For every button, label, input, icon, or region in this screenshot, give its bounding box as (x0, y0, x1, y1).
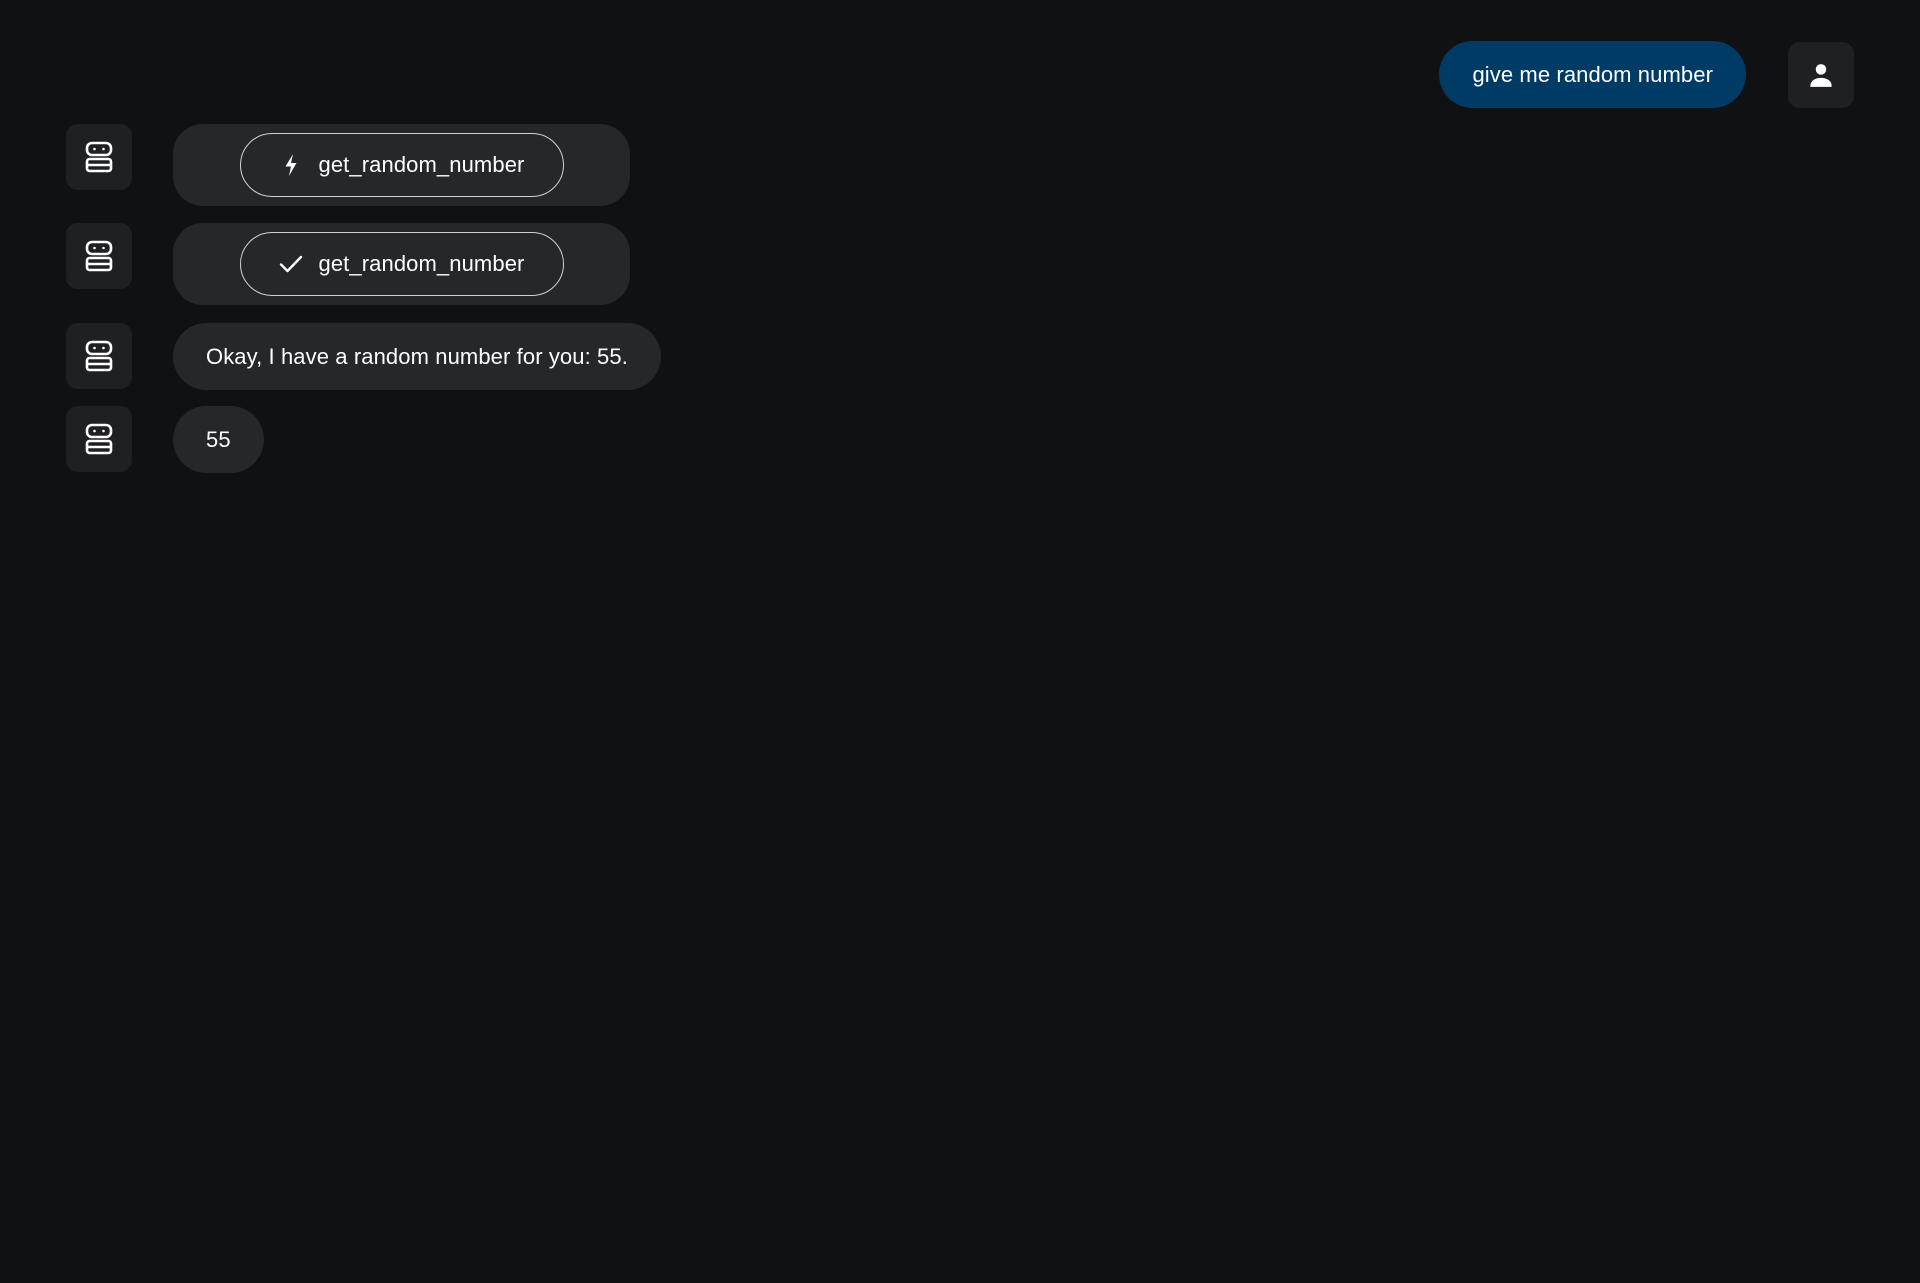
bot-message-row: Okay, I have a random number for you: 55… (66, 323, 661, 390)
user-message-bubble: give me random number (1439, 41, 1746, 108)
bot-message-row: 55 (66, 406, 264, 473)
bot-avatar (66, 323, 132, 389)
tool-call-chip[interactable]: get_random_number (239, 133, 564, 197)
tool-name-label: get_random_number (318, 152, 525, 177)
bot-avatar (66, 223, 132, 289)
check-icon (279, 252, 303, 276)
robot-icon (84, 340, 114, 372)
tool-result-chip[interactable]: get_random_number (239, 232, 564, 296)
bot-message-row: get_random_number (66, 124, 630, 206)
person-icon (1806, 60, 1836, 90)
bot-message-bubble: Okay, I have a random number for you: 55… (173, 323, 661, 390)
robot-icon (84, 141, 114, 173)
bot-message-row: get_random_number (66, 223, 630, 305)
bot-avatar (66, 406, 132, 472)
robot-icon (84, 240, 114, 272)
tool-result-bubble: get_random_number (173, 223, 630, 305)
user-avatar (1788, 41, 1854, 108)
robot-icon (84, 423, 114, 455)
tool-name-label: get_random_number (318, 251, 525, 276)
bot-avatar (66, 124, 132, 190)
lightning-bolt-icon (279, 153, 303, 177)
user-message-row: give me random number (1439, 41, 1854, 108)
tool-call-bubble: get_random_number (173, 124, 630, 206)
bot-message-bubble: 55 (173, 406, 264, 473)
